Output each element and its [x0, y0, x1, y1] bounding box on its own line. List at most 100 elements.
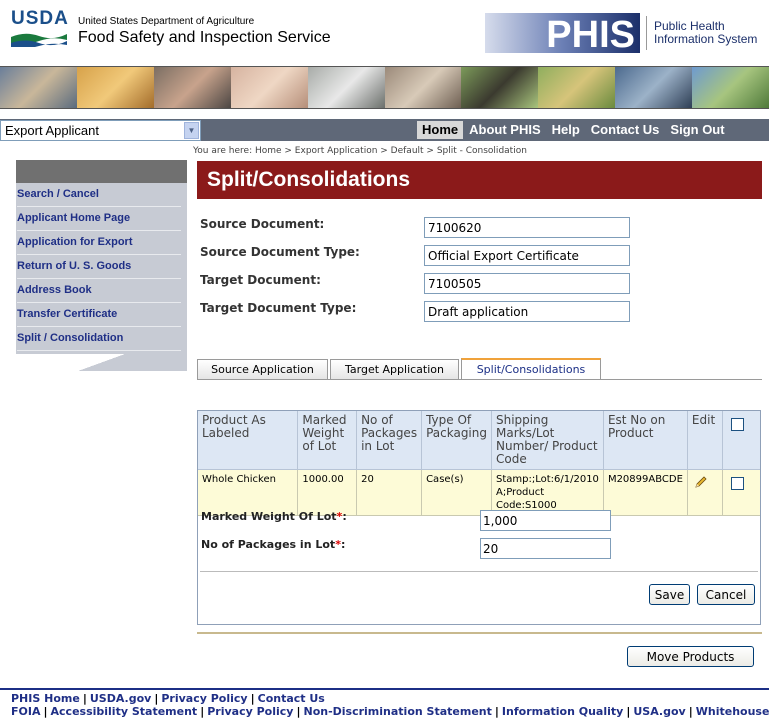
- banner-photo-field: [538, 67, 616, 108]
- photo-banner: [0, 66, 769, 109]
- nav-link-help[interactable]: Help: [547, 121, 585, 139]
- page-title: Split/Consolidations: [197, 161, 762, 199]
- move-products-button[interactable]: Move Products: [627, 646, 754, 667]
- footer-link-phis-home[interactable]: PHIS Home: [11, 692, 80, 705]
- banner-photo-lab: [0, 67, 77, 108]
- banner-photo-microscope: [615, 67, 693, 108]
- footer-link-privacy-2[interactable]: Privacy Policy: [207, 705, 293, 718]
- source-document-label: Source Document:: [200, 217, 325, 231]
- target-document-field[interactable]: 7100505: [424, 273, 630, 294]
- sidebar-item-transfer-certificate[interactable]: Transfer Certificate: [17, 303, 181, 327]
- footer-row-2: FOIA | Accessibility Statement | Privacy Pol…: [11, 705, 769, 718]
- select-all-checkbox[interactable]: [731, 418, 745, 431]
- sidebar-item-application-export[interactable]: Application for Export: [17, 231, 181, 255]
- cell-weight: 1000.00: [297, 469, 358, 516]
- sidebar-item-return-goods[interactable]: Return of U. S. Goods: [17, 255, 181, 279]
- footer-row-1: PHIS Home | USDA.gov | Privacy Policy | Contac…: [11, 692, 325, 705]
- cell-packages: 20: [356, 469, 423, 516]
- packages-edit-label: No of Packages in Lot*:: [201, 538, 346, 551]
- footer-link-non-discrimination[interactable]: Non-Discrimination Statement: [303, 705, 491, 718]
- col-header-weight: Marked Weight of Lot: [297, 411, 358, 470]
- cell-edit: [687, 469, 724, 516]
- source-document-field[interactable]: 7100620: [424, 217, 630, 238]
- tab-target-application[interactable]: Target Application: [330, 359, 459, 380]
- footer-link-foia[interactable]: FOIA: [11, 705, 40, 718]
- target-document-type-field[interactable]: Draft application: [424, 301, 630, 322]
- col-header-shipping: Shipping Marks/Lot Number/ Product Code: [491, 411, 604, 470]
- footer-link-accessibility[interactable]: Accessibility Statement: [51, 705, 198, 718]
- footer-link-privacy[interactable]: Privacy Policy: [161, 692, 247, 705]
- usda-wave-icon: [11, 33, 67, 47]
- cell-select: [722, 469, 760, 516]
- banner-photo-processing: [384, 67, 462, 108]
- header-divider: [646, 16, 647, 50]
- footer-link-contact[interactable]: Contact Us: [258, 692, 325, 705]
- pencil-icon[interactable]: [694, 475, 708, 489]
- role-select[interactable]: Export Applicant ▼: [0, 120, 201, 141]
- source-document-type-label: Source Document Type:: [200, 245, 360, 259]
- weight-edit-label: Marked Weight Of Lot*:: [201, 510, 347, 523]
- col-header-est-no: Est No on Product: [603, 411, 688, 470]
- target-document-label: Target Document:: [200, 273, 321, 287]
- products-table: Product As Labeled Marked Weight of Lot …: [198, 411, 760, 516]
- sidebar-item-address-book[interactable]: Address Book: [17, 279, 181, 303]
- banner-photo-farm: [692, 67, 769, 108]
- weight-edit-label-text: Marked Weight Of Lot: [201, 510, 337, 523]
- phis-logo-text: PHIS: [546, 14, 635, 53]
- nav-link-contact[interactable]: Contact Us: [586, 121, 665, 139]
- top-nav-links: Home About PHIS Help Contact Us Sign Out: [417, 121, 731, 139]
- sidebar-item-split-consolidation[interactable]: Split / Consolidation: [17, 327, 181, 351]
- site-header: USDA United States Department of Agricul…: [0, 0, 769, 66]
- weight-edit-input[interactable]: 1,000: [480, 510, 611, 531]
- col-header-select: [722, 411, 760, 470]
- cell-est-no: M20899ABCDE: [603, 469, 688, 516]
- cell-product: Whole Chicken: [198, 469, 299, 516]
- phis-caption: Public Health Information System: [654, 20, 757, 46]
- save-button[interactable]: Save: [649, 584, 690, 605]
- phis-caption-line2: Information System: [654, 32, 758, 46]
- sidebar: Search / Cancel Applicant Home Page Appl…: [16, 183, 187, 354]
- target-document-type-label: Target Document Type:: [200, 301, 357, 315]
- banner-photo-inspector: [307, 67, 385, 108]
- col-header-packaging: Type Of Packaging: [421, 411, 492, 470]
- sidebar-footer: [16, 354, 187, 371]
- sidebar-item-applicant-home[interactable]: Applicant Home Page: [17, 207, 181, 231]
- banner-photo-poultry: [230, 67, 308, 108]
- agency-name: Food Safety and Inspection Service: [78, 29, 331, 46]
- footer-link-usda[interactable]: USDA.gov: [90, 692, 151, 705]
- usda-logo[interactable]: USDA: [11, 8, 69, 30]
- packages-edit-input[interactable]: 20: [480, 538, 611, 559]
- site-footer: PHIS Home | USDA.gov | Privacy Policy | Contac…: [0, 688, 769, 723]
- chevron-down-icon[interactable]: ▼: [184, 122, 199, 139]
- packages-edit-label-text: No of Packages in Lot: [201, 538, 336, 551]
- col-header-packages: No of Packages in Lot: [356, 411, 423, 470]
- nav-link-signout[interactable]: Sign Out: [665, 121, 729, 139]
- tab-underline: [197, 379, 762, 380]
- sidebar-header: [16, 160, 187, 183]
- breadcrumb: You are here: Home > Export Application …: [193, 146, 527, 156]
- table-row: Whole Chicken 1000.00 20 Case(s) Stamp:;…: [198, 469, 760, 516]
- banner-photo-workers: [153, 67, 231, 108]
- tab-source-application[interactable]: Source Application: [197, 359, 328, 380]
- footer-link-usagov[interactable]: USA.gov: [633, 705, 685, 718]
- tab-split-consolidations[interactable]: Split/Consolidations: [461, 358, 601, 380]
- cell-shipping: Stamp:;Lot:6/1/2010 A;Product Code:S1000: [491, 469, 604, 516]
- footer-link-info-quality[interactable]: Information Quality: [502, 705, 623, 718]
- cancel-button[interactable]: Cancel: [697, 584, 755, 605]
- sidebar-item-search-cancel[interactable]: Search / Cancel: [17, 183, 181, 207]
- weight-required-mark: *: [336, 510, 343, 523]
- phis-logo[interactable]: PHIS: [485, 13, 640, 53]
- nav-link-home[interactable]: Home: [417, 121, 464, 139]
- nav-link-about[interactable]: About PHIS: [464, 121, 546, 139]
- source-document-type-field[interactable]: Official Export Certificate: [424, 245, 630, 266]
- col-header-edit: Edit: [687, 411, 724, 470]
- banner-photo-eggs: [76, 67, 154, 108]
- role-select-value: Export Applicant: [5, 123, 99, 138]
- col-header-product: Product As Labeled: [198, 411, 299, 470]
- section-divider: [197, 632, 762, 634]
- banner-photo-cattle: [461, 67, 539, 108]
- footer-link-whitehouse[interactable]: Whitehouse.gov: [696, 705, 769, 718]
- agency-department: United States Department of Agriculture: [78, 16, 255, 27]
- row-checkbox[interactable]: [731, 477, 745, 490]
- cell-packaging: Case(s): [421, 469, 492, 516]
